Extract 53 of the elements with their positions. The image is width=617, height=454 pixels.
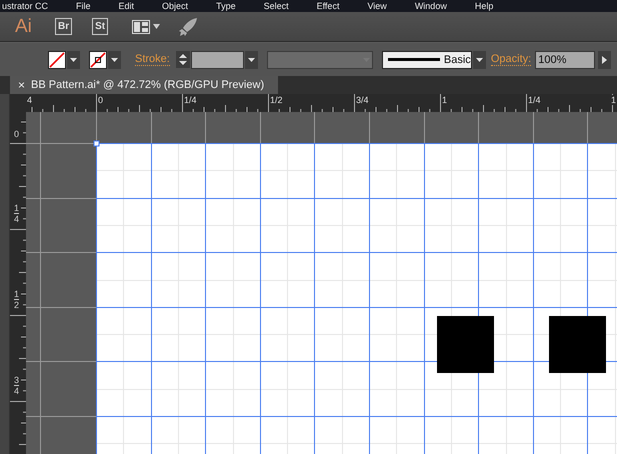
stroke-line-icon[interactable] (388, 58, 440, 62)
close-icon[interactable]: × (18, 78, 26, 92)
ruler-label: 1/4 (528, 95, 542, 105)
ruler-label: 1/2 (270, 95, 284, 105)
stroke-none-swatch[interactable] (89, 50, 107, 68)
ruler-label: 1/4 (184, 95, 198, 105)
layout-icon[interactable] (132, 20, 150, 34)
filled-square (549, 316, 606, 373)
caret-icon[interactable] (153, 24, 160, 29)
dropdown-button[interactable] (108, 50, 121, 68)
ruler-label: 1 (611, 95, 617, 105)
artboard-corner-handle[interactable] (94, 140, 100, 146)
document-tab[interactable]: × BB Pattern.ai* @ 472.72% (RGB/GPU Preview) (10, 76, 278, 94)
filled-square (437, 316, 494, 373)
spinner-arrows-icon[interactable] (176, 51, 190, 68)
menu-item[interactable]: View (367, 0, 387, 12)
ruler-label: 1 4 (12, 203, 20, 225)
ruler-label: 3/4 (356, 95, 370, 105)
app-logo: Ai (15, 16, 33, 38)
caret-icon[interactable] (70, 58, 77, 62)
caret-icon[interactable] (248, 58, 255, 62)
ruler-label: 4 (27, 95, 34, 105)
menu-item[interactable]: Select (264, 0, 289, 12)
app-menu[interactable]: ustrator CC (2, 0, 48, 12)
brush-name: Basic (444, 54, 471, 66)
opacity-field[interactable]: 100% (535, 50, 596, 68)
ruler-label: 0 (12, 129, 20, 139)
caret-icon[interactable] (111, 58, 118, 62)
caret-icon[interactable] (476, 58, 483, 62)
stroke-weight-field[interactable] (190, 50, 244, 68)
menu-item[interactable]: Help (474, 0, 494, 12)
menu-item[interactable]: Edit (118, 0, 134, 12)
menu-item[interactable]: Object (162, 0, 188, 12)
arrow-right-icon[interactable] (602, 56, 608, 64)
menu-item[interactable]: Window (414, 0, 447, 12)
ruler-label: 1 (442, 95, 448, 105)
dropdown-button[interactable] (472, 50, 486, 68)
app-button[interactable]: Br (55, 18, 72, 35)
ruler-label: 3 4 (12, 375, 20, 397)
opacity-menu-button[interactable] (598, 50, 612, 68)
dropdown-button[interactable] (67, 50, 80, 68)
document-title: BB Pattern.ai* @ 472.72% (RGB/GPU Preview) (31, 79, 264, 91)
rocket-icon[interactable] (178, 16, 198, 36)
menu-item[interactable]: File (76, 0, 91, 12)
ruler-label: 0 (98, 95, 104, 105)
menu-item[interactable]: Effect (316, 0, 340, 12)
ruler-label: 1 2 (12, 289, 20, 311)
brush-dropdown[interactable]: Basic (382, 50, 472, 68)
dropdown-button[interactable] (244, 50, 258, 68)
menu-item[interactable]: Type (216, 0, 236, 12)
workspace-button[interactable] (132, 20, 160, 34)
app-button[interactable]: St (92, 18, 108, 35)
fill-none-swatch[interactable] (48, 50, 66, 68)
